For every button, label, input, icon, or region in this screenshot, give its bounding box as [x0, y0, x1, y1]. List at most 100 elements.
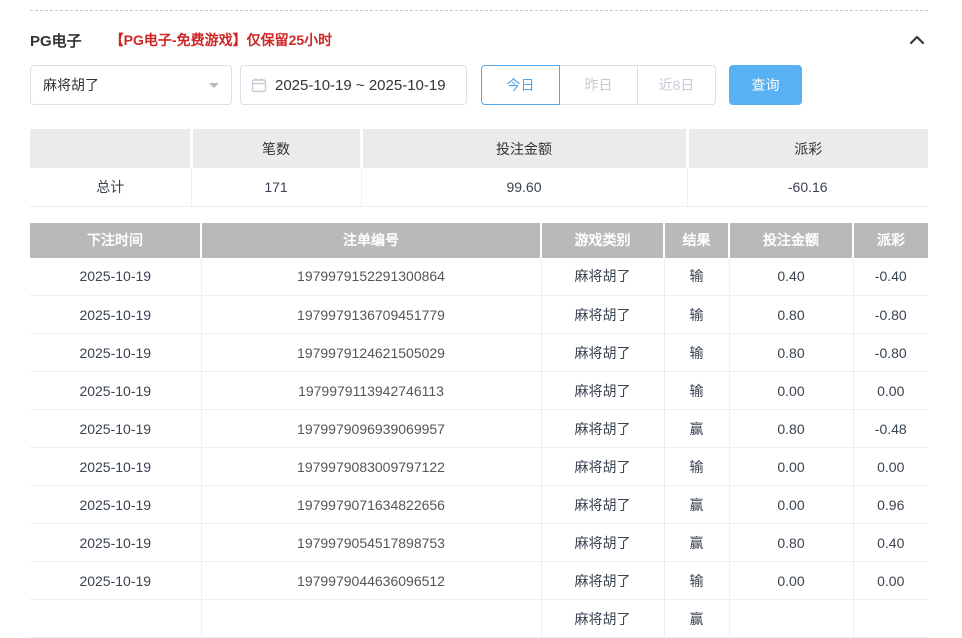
cell-bet-time: 2025-10-19: [30, 296, 201, 334]
cell-game-type: 麻将胡了: [541, 486, 664, 524]
quick-range-last8days[interactable]: 近8日: [637, 65, 716, 105]
quick-range-yesterday-label: 昨日: [585, 75, 613, 95]
cell-bet-id: 1979979054517898753: [201, 524, 541, 562]
cell-payout: 0.00: [853, 448, 928, 486]
cell-bet-time: 2025-10-19: [30, 486, 201, 524]
cell-game-type: 麻将胡了: [541, 524, 664, 562]
cell-result: 赢: [664, 410, 729, 448]
cell-payout: -0.48: [853, 410, 928, 448]
quick-range-group: 今日 昨日 近8日: [481, 65, 716, 105]
cell-bet-time: 2025-10-19: [30, 334, 201, 372]
cell-bet-amount: 0.00: [729, 562, 853, 600]
col-result: 结果: [664, 223, 729, 258]
summary-header-row: 笔数 投注金额 派彩: [30, 129, 928, 168]
cell-bet-id: 1979979096939069957: [201, 410, 541, 448]
cell-bet-amount: 0.40: [729, 258, 853, 296]
cell-bet-amount: 0.00: [729, 486, 853, 524]
cell-bet-id: 1979979152291300864: [201, 258, 541, 296]
summary-total-count: 171: [191, 168, 361, 206]
cell-game-type: 麻将胡了: [541, 410, 664, 448]
summary-col-bet-amount: 投注金额: [361, 129, 687, 168]
free-game-notice: 【PG电子-免费游戏】仅保留25小时: [110, 30, 332, 50]
cell-result: 输: [664, 334, 729, 372]
table-row: 2025-10-191979979113942746113麻将胡了输0.000.…: [30, 372, 928, 410]
table-row: 2025-10-191979979124621505029麻将胡了输0.80-0…: [30, 334, 928, 372]
cell-result: 输: [664, 372, 729, 410]
table-row: 2025-10-191979979083009797122麻将胡了输0.000.…: [30, 448, 928, 486]
chevron-up-icon: [909, 35, 925, 45]
summary-total-row: 总计 171 99.60 -60.16: [30, 168, 928, 206]
cell-bet-time: 2025-10-19: [30, 562, 201, 600]
table-row: 2025-10-191979979152291300864麻将胡了输0.40-0…: [30, 258, 928, 296]
summary-col-count: 笔数: [191, 129, 361, 168]
filter-bar: 麻将胡了 2025-10-19 ~ 2025-10-19 今日 昨日: [30, 65, 928, 105]
cell-game-type: 麻将胡了: [541, 334, 664, 372]
bet-table-header-row: 下注时间 注单编号 游戏类别 结果 投注金额 派彩: [30, 223, 928, 258]
cell-bet-amount: 0.00: [729, 448, 853, 486]
cell-game-type: 麻将胡了: [541, 258, 664, 296]
cell-payout: -0.40: [853, 258, 928, 296]
top-dashed-divider: [30, 10, 928, 11]
date-range-picker[interactable]: 2025-10-19 ~ 2025-10-19: [240, 65, 467, 105]
bet-records-table: 下注时间 注单编号 游戏类别 结果 投注金额 派彩 2025-10-191979…: [30, 223, 928, 638]
table-row: 2025-10-191979979071634822656麻将胡了赢0.000.…: [30, 486, 928, 524]
cell-payout: -0.80: [853, 334, 928, 372]
table-row: 2025-10-191979979096939069957麻将胡了赢0.80-0…: [30, 410, 928, 448]
game-type-select-value: 麻将胡了: [43, 75, 99, 95]
game-type-select[interactable]: 麻将胡了: [30, 65, 232, 105]
table-row: 2025-10-191979979044636096512麻将胡了输0.000.…: [30, 562, 928, 600]
cell-bet-amount: 0.80: [729, 296, 853, 334]
quick-range-last8days-label: 近8日: [659, 75, 695, 95]
cell-bet-time: 2025-10-19: [30, 524, 201, 562]
cell-bet-time: 2025-10-19: [30, 372, 201, 410]
cell-payout: 0.00: [853, 562, 928, 600]
cell-bet-id: 1979979071634822656: [201, 486, 541, 524]
col-bet-id: 注单编号: [201, 223, 541, 258]
date-range-value: 2025-10-19 ~ 2025-10-19: [275, 77, 446, 94]
cell-game-type: 麻将胡了: [541, 448, 664, 486]
cell-bet-time: 2025-10-19: [30, 410, 201, 448]
cell-bet-amount: 0.00: [729, 372, 853, 410]
summary-total-label: 总计: [30, 168, 191, 206]
cell-bet-id: 1979979124621505029: [201, 334, 541, 372]
calendar-icon: [251, 77, 267, 93]
cell-result: 输: [664, 562, 729, 600]
quick-range-today[interactable]: 今日: [481, 65, 560, 105]
cell-bet-time: 2025-10-19: [30, 258, 201, 296]
cell-payout: 0.96: [853, 486, 928, 524]
cell-payout: 0.40: [853, 524, 928, 562]
collapse-section-button[interactable]: [906, 30, 928, 50]
search-button[interactable]: 查询: [729, 65, 802, 105]
cell-result: 输: [664, 296, 729, 334]
table-row: 2025-10-191979979136709451779麻将胡了输0.80-0…: [30, 296, 928, 334]
col-bet-time: 下注时间: [30, 223, 201, 258]
section-header: PG电子 【PG电子-免费游戏】仅保留25小时: [30, 30, 928, 50]
cell-game-type: 麻将胡了: [541, 372, 664, 410]
cell-result: 输: [664, 258, 729, 296]
summary-table: 笔数 投注金额 派彩 总计 171 99.60 -60.16: [30, 129, 928, 207]
cell-result: 赢: [664, 486, 729, 524]
cell-bet-id: 1979979113942746113: [201, 372, 541, 410]
chevron-down-icon: [209, 83, 219, 93]
cell-bet-id: 1979979083009797122: [201, 448, 541, 486]
cell-bet-amount: 0.80: [729, 410, 853, 448]
cell-game-type: 麻将胡了: [541, 296, 664, 334]
cell-bet-amount: 0.80: [729, 334, 853, 372]
cell-game-type: 麻将胡了: [541, 562, 664, 600]
summary-total-payout: -60.16: [687, 168, 928, 206]
quick-range-today-label: 今日: [507, 75, 535, 95]
cell-bet-time: 2025-10-19: [30, 448, 201, 486]
cell-bet-id: 1979979044636096512: [201, 562, 541, 600]
col-game-type: 游戏类别: [541, 223, 664, 258]
cell-result: 赢: [664, 524, 729, 562]
quick-range-yesterday[interactable]: 昨日: [559, 65, 638, 105]
col-bet-amount: 投注金额: [729, 223, 853, 258]
summary-col-payout: 派彩: [687, 129, 928, 168]
cell-result: 输: [664, 448, 729, 486]
summary-col-blank: [30, 129, 191, 168]
col-payout: 派彩: [853, 223, 928, 258]
cell-bet-amount: 0.80: [729, 524, 853, 562]
cell-bet-id: 1979979136709451779: [201, 296, 541, 334]
cell-payout: 0.00: [853, 372, 928, 410]
summary-total-bet-amount: 99.60: [361, 168, 687, 206]
